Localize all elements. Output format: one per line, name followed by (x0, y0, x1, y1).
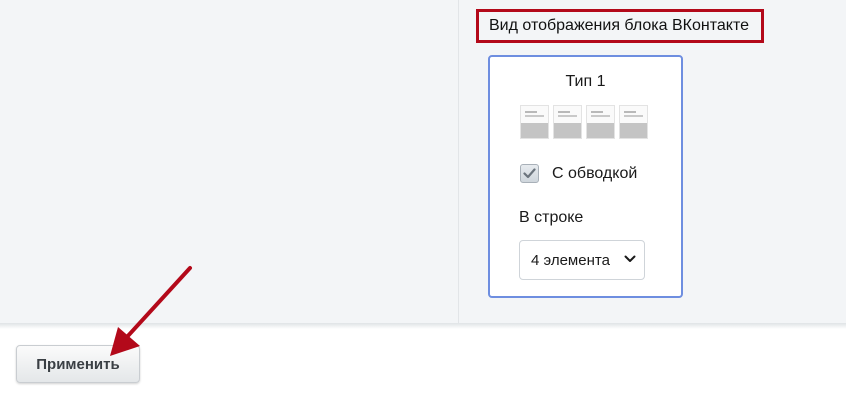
card-title: Тип 1 (565, 73, 606, 90)
items-per-row-label: В строке (519, 209, 584, 226)
apply-button-label: Применить (36, 355, 120, 373)
checkmark-icon (523, 168, 536, 179)
apply-button[interactable]: Применить (16, 345, 140, 383)
chevron-down-icon (624, 255, 636, 262)
column-divider (458, 0, 459, 325)
border-checkbox[interactable] (520, 164, 539, 183)
preview-thumb (619, 105, 648, 139)
border-checkbox-label: С обводкой (552, 164, 638, 182)
preview-thumb (553, 105, 582, 139)
panel-divider (0, 323, 846, 329)
preview-thumb (520, 105, 549, 139)
items-per-row-select[interactable]: 4 элемента (519, 240, 645, 280)
section-title-highlighted: Вид отображения блока ВКонтакте (476, 9, 764, 43)
settings-panel (0, 0, 846, 325)
border-option[interactable]: С обводкой (520, 164, 637, 183)
section-title: Вид отображения блока ВКонтакте (489, 17, 749, 34)
select-value: 4 элемента (531, 251, 610, 269)
layout-type-card[interactable]: Тип 1 С обводкой В строке 4 элемента (488, 55, 683, 298)
preview-thumb (586, 105, 615, 139)
layout-preview (520, 105, 648, 139)
